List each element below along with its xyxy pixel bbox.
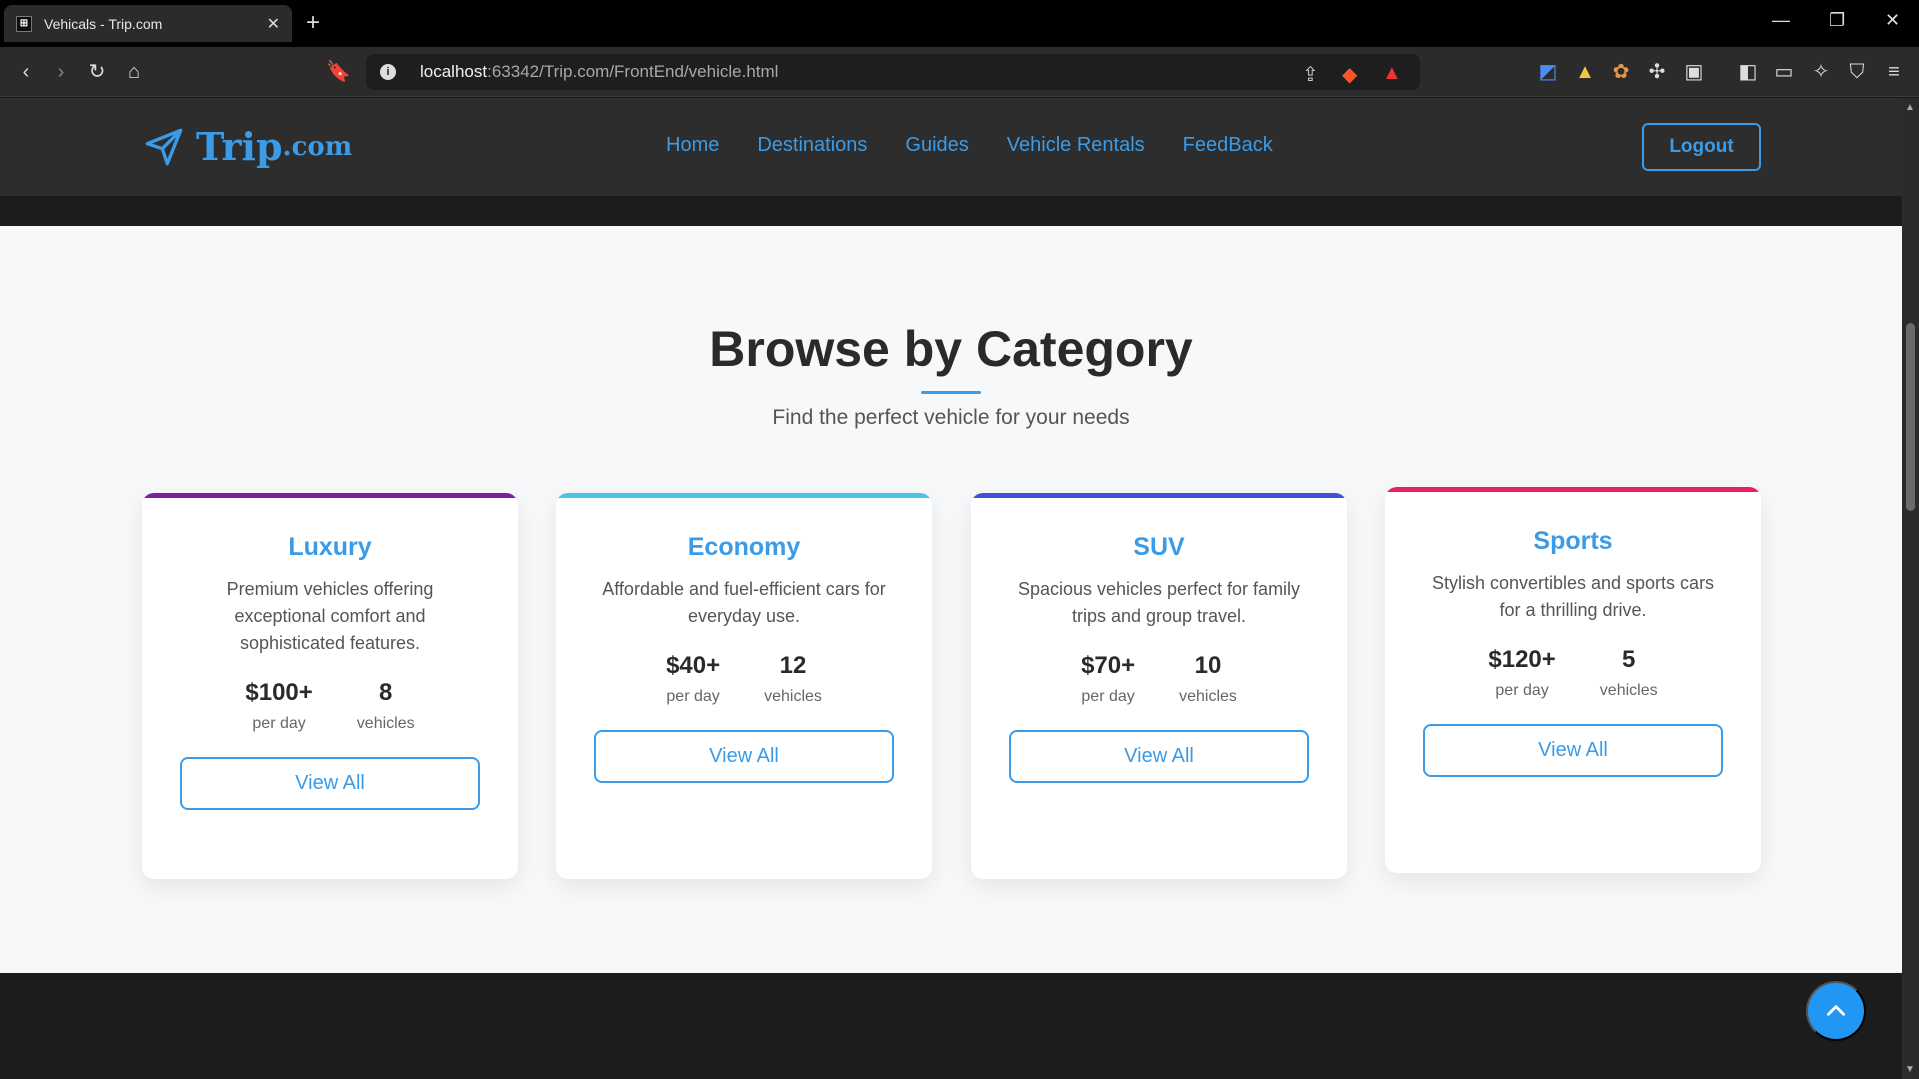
category-name: Sports <box>1533 527 1613 555</box>
view-all-luxury-button[interactable]: View All <box>180 757 480 810</box>
nav-home[interactable]: Home <box>666 134 719 157</box>
price-label: per day <box>1495 682 1549 699</box>
category-stats: $40+ per day 12 vehicles <box>556 652 932 706</box>
url-host: localhost <box>420 62 488 81</box>
paper-plane-icon <box>145 128 183 165</box>
new-tab-icon[interactable]: + <box>306 9 320 37</box>
forward-icon[interactable]: › <box>49 60 73 84</box>
price-value: $70+ <box>1081 652 1136 679</box>
menu-icon[interactable]: ≡ <box>1882 60 1906 84</box>
category-card-suv: SUV Spacious vehicles perfect for family… <box>971 493 1347 879</box>
site-logo[interactable]: Trip .com <box>144 124 352 169</box>
category-stats: $120+ per day 5 vehicles <box>1385 646 1761 700</box>
nav-feedback[interactable]: FeedBack <box>1183 134 1273 157</box>
vehicle-count: 12 <box>779 652 807 679</box>
restore-icon[interactable]: ❐ <box>1829 10 1845 31</box>
back-icon[interactable]: ‹ <box>14 60 38 84</box>
vehicle-count-label: vehicles <box>1599 682 1658 699</box>
price-value: $40+ <box>666 652 721 679</box>
page-viewport: Trip .com Home Destinations Guides Vehic… <box>0 98 1902 1079</box>
category-stats: $100+ per day 8 vehicles <box>142 679 518 733</box>
section-title: Browse by Category <box>709 321 1193 377</box>
brand-suffix: .com <box>282 131 353 162</box>
chevron-up-icon <box>1827 1005 1845 1016</box>
site-info-icon[interactable]: i <box>380 64 396 80</box>
wallet-icon[interactable]: ▭ <box>1772 60 1796 84</box>
card-accent-bar <box>1385 487 1761 492</box>
category-section: Browse by Category Find the perfect vehi… <box>0 226 1902 973</box>
cookie-icon[interactable]: ✿ <box>1609 60 1633 84</box>
browser-tab[interactable]: ⊞ Vehicals - Trip.com ✕ <box>4 5 292 42</box>
vehicle-count: 10 <box>1194 652 1222 679</box>
vehicle-count-label: vehicles <box>1179 688 1237 705</box>
nav-vehicle-rentals[interactable]: Vehicle Rentals <box>1007 134 1145 157</box>
price-label: per day <box>252 715 306 732</box>
main-nav: Home Destinations Guides Vehicle Rentals… <box>666 134 1273 157</box>
view-all-economy-button[interactable]: View All <box>594 730 894 783</box>
brave-rewards-icon[interactable]: ▲ <box>1382 62 1402 85</box>
vehicle-count: 8 <box>379 679 393 706</box>
scroll-down-arrow-icon[interactable]: ▼ <box>1905 1064 1915 1075</box>
category-card-economy: Economy Affordable and fuel-efficient ca… <box>556 493 932 879</box>
scroll-up-arrow-icon[interactable]: ▲ <box>1905 102 1915 113</box>
nav-destinations[interactable]: Destinations <box>757 134 867 157</box>
bookmark-icon[interactable]: 🔖 <box>326 60 351 84</box>
logout-button[interactable]: Logout <box>1642 123 1761 171</box>
vehicle-count-label: vehicles <box>356 715 415 732</box>
category-description: Stylish convertibles and sports cars for… <box>1431 573 1715 620</box>
category-description: Spacious vehicles perfect for family tri… <box>1017 579 1301 626</box>
price-label: per day <box>666 688 720 705</box>
brave-shield-icon[interactable]: ◆ <box>1342 62 1357 87</box>
title-underline <box>921 391 981 394</box>
share-icon[interactable]: ⇪ <box>1302 62 1319 87</box>
minimize-icon[interactable]: — <box>1772 10 1790 31</box>
nav-guides[interactable]: Guides <box>905 134 968 157</box>
category-stats: $70+ per day 10 vehicles <box>971 652 1347 706</box>
page-footer <box>0 973 1902 1079</box>
vehicle-count-label: vehicles <box>764 688 822 705</box>
view-all-sports-button[interactable]: View All <box>1423 724 1723 777</box>
price-value: $100+ <box>245 679 313 706</box>
price-label: per day <box>1081 688 1135 705</box>
site-navbar: Trip .com Home Destinations Guides Vehic… <box>0 98 1902 196</box>
brand-name: Trip <box>196 124 283 169</box>
category-card-sports: Sports Stylish convertibles and sports c… <box>1385 487 1761 873</box>
leo-ai-icon[interactable]: ✧ <box>1809 60 1833 84</box>
reload-icon[interactable]: ↻ <box>85 60 109 84</box>
scroll-to-top-button[interactable] <box>1806 981 1866 1041</box>
sidebar-icon[interactable]: ◧ <box>1736 60 1760 84</box>
section-subtitle: Find the perfect vehicle for your needs <box>772 406 1130 429</box>
address-bar[interactable]: i localhost :63342/Trip.com/FrontEnd/veh… <box>366 54 1420 90</box>
browser-toolbar: ‹ › ↻ ⌂ 🔖 i localhost :63342/Trip.com/Fr… <box>0 47 1919 97</box>
url-path: :63342/Trip.com/FrontEnd/vehicle.html <box>487 62 779 81</box>
translate-icon[interactable]: ◩ <box>1536 60 1560 84</box>
reader-icon[interactable]: ▣ <box>1682 60 1706 84</box>
extensions-icon[interactable]: ✣ <box>1645 60 1669 84</box>
vpn-icon[interactable]: ⛉ <box>1845 60 1869 84</box>
price-value: $120+ <box>1488 646 1556 673</box>
drive-icon[interactable]: ▲ <box>1573 60 1597 84</box>
vehicle-count: 5 <box>1622 646 1636 673</box>
card-accent-bar <box>971 493 1347 498</box>
category-card-luxury: Luxury Premium vehicles offering excepti… <box>142 493 518 879</box>
window-close-icon[interactable]: ✕ <box>1885 10 1900 31</box>
category-name: SUV <box>1133 533 1185 561</box>
tab-title: Vehicals - Trip.com <box>44 15 163 32</box>
category-description: Premium vehicles offering exceptional co… <box>226 579 434 653</box>
home-icon[interactable]: ⌂ <box>122 60 146 84</box>
card-accent-bar <box>556 493 932 498</box>
category-description: Affordable and fuel-efficient cars for e… <box>602 579 886 626</box>
page-scrollbar[interactable]: ▲ ▼ <box>1902 98 1919 1079</box>
browser-tab-bar: ⊞ Vehicals - Trip.com ✕ + — ❐ ✕ <box>0 0 1919 47</box>
close-tab-icon[interactable]: ✕ <box>267 14 280 34</box>
category-name: Luxury <box>288 533 372 561</box>
card-accent-bar <box>142 493 518 498</box>
category-name: Economy <box>687 533 801 561</box>
view-all-suv-button[interactable]: View All <box>1009 730 1309 783</box>
favicon-icon: ⊞ <box>16 15 32 32</box>
scrollbar-thumb[interactable] <box>1906 323 1915 511</box>
